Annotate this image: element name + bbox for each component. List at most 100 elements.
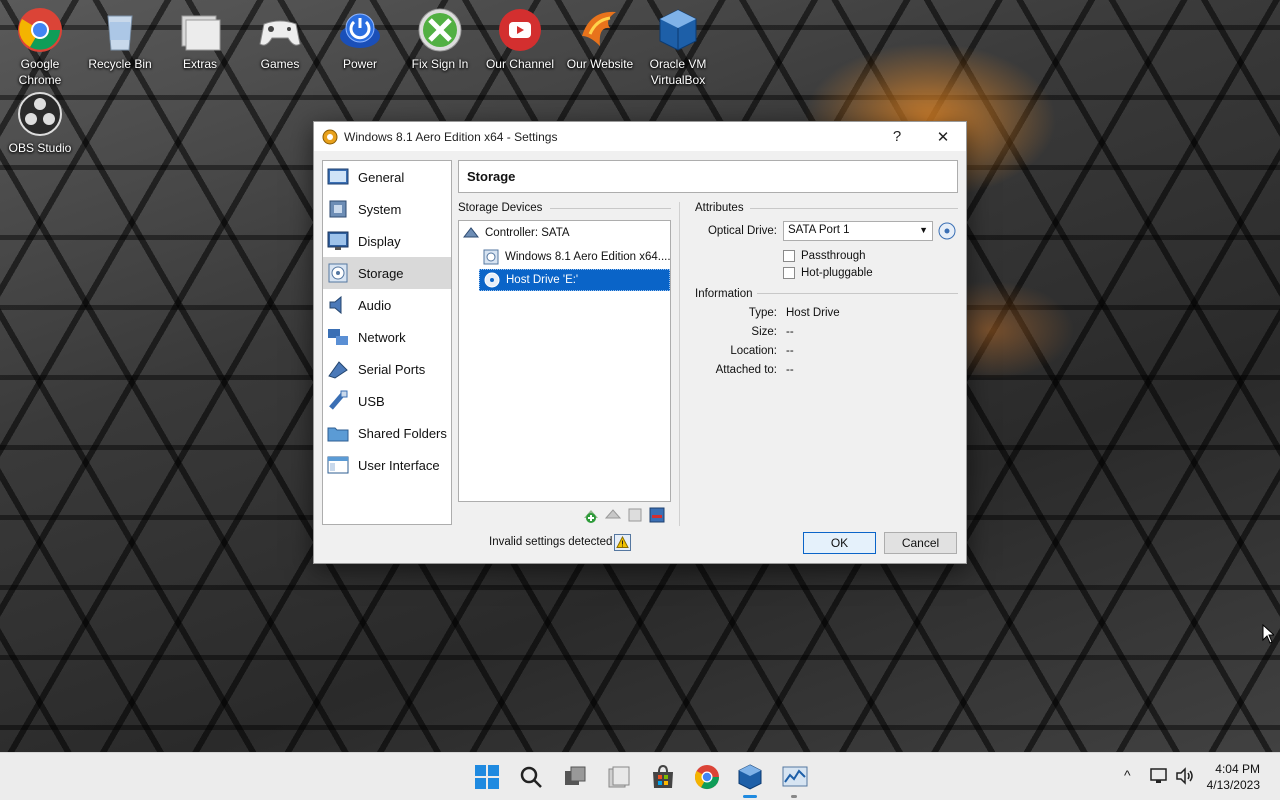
info-type-label: Type: [748,307,777,319]
desktop-icon-fix-sign-in[interactable]: Fix Sign In [400,0,480,72]
optical-drive-value: SATA Port 1 [788,224,850,236]
tree-item-iso[interactable]: Windows 8.1 Aero Edition x64.... [483,246,671,268]
sidebar-item-label: USB [358,393,385,409]
sidebar-item-user-interface[interactable]: User Interface [323,449,451,481]
settings-gear-icon [322,129,338,144]
settings-dialog: Windows 8.1 Aero Edition x64 - Settings … [313,121,967,564]
help-button[interactable]: ? [874,122,920,151]
search-icon[interactable] [517,763,545,791]
sidebar-item-shared-folders[interactable]: Shared Folders [323,417,451,449]
hot-pluggable-label: Hot-pluggable [801,267,873,279]
passthrough-label: Passthrough [801,250,866,262]
obs-icon [18,92,62,136]
information-heading: Information [695,288,753,300]
sidebar-item-label: Display [358,233,401,249]
desktop-icon-label: Fix Sign In [411,57,469,71]
tray-overflow-chevron-icon[interactable]: ^ [1124,767,1131,783]
cancel-button[interactable]: Cancel [884,532,957,554]
desktop-icon-our-channel[interactable]: Our Channel [480,0,560,72]
desktop-icon-chrome[interactable]: Google Chrome [0,0,80,88]
info-attached-label: Attached to: [715,364,777,376]
ok-button[interactable]: OK [803,532,876,554]
sidebar-item-label: User Interface [358,457,440,473]
page-title: Storage [458,160,958,193]
user-interface-icon [327,456,349,474]
sidebar-item-serial-ports[interactable]: Serial Ports [323,353,451,385]
desktop-icon-extras[interactable]: Extras [160,0,240,72]
sidebar-item-label: Network [358,329,406,345]
sidebar-item-label: General [358,169,405,185]
tree-controller-sata[interactable]: Controller: SATA [463,222,570,244]
store-icon[interactable] [649,763,677,791]
desktop-icon-label: Our Channel [485,57,555,71]
optical-disc-icon [484,272,500,288]
gamepad-icon [259,20,301,46]
info-size-label: Size: [751,326,777,338]
checkbox-box [783,250,795,262]
virtualbox-icon[interactable] [736,763,764,791]
remove-controller-icon[interactable] [604,506,622,524]
optical-drive-select[interactable]: SATA Port 1 ▼ [783,221,933,241]
power-icon [340,13,380,48]
volume-tray-icon[interactable] [1175,767,1195,785]
resource-monitor-icon[interactable] [781,763,809,791]
task-view-icon[interactable] [561,763,589,791]
folder-icon [181,15,221,51]
desktop-icon-virtualbox[interactable]: Oracle VM VirtualBox [638,0,718,88]
hot-pluggable-checkbox[interactable]: Hot-pluggable [783,267,873,279]
separator [550,208,671,209]
sidebar-item-system[interactable]: System [323,193,451,225]
system-clock[interactable]: 4:04 PM 4/13/2023 [1207,761,1260,793]
invalid-settings-text: Invalid settings detected [489,536,613,548]
tree-item-host-drive[interactable]: Host Drive 'E:' [479,269,670,291]
separator [757,293,958,294]
desktop-icon-label: Google Chrome [18,57,62,87]
checkbox-box [783,267,795,279]
chevron-down-icon: ▼ [919,225,928,235]
shared-folders-icon [327,427,349,442]
sidebar-item-label: Serial Ports [358,361,426,377]
storage-tree[interactable]: Controller: SATA Windows 8.1 Aero Editio… [458,220,671,502]
audio-icon [329,295,342,315]
network-tray-icon[interactable] [1150,767,1170,785]
sidebar-item-usb[interactable]: USB [323,385,451,417]
sidebar-item-storage[interactable]: Storage [323,257,451,289]
dialog-title: Windows 8.1 Aero Edition x64 - Settings [344,129,558,144]
file-explorer-icon[interactable] [605,763,633,791]
chrome-icon[interactable] [693,763,721,791]
panel-divider [679,202,680,526]
usb-icon [329,390,348,410]
controller-icon [463,227,479,238]
tree-controller-label: Controller: SATA [485,227,570,239]
desktop-icon-label: Oracle VM VirtualBox [649,57,707,87]
info-size-value: -- [786,326,794,338]
sidebar-item-audio[interactable]: Audio [323,289,451,321]
system-icon [329,200,347,218]
desktop-icon-label: Our Website [566,57,634,71]
add-attachment-icon[interactable] [626,506,644,524]
desktop-icon-our-website[interactable]: Our Website [560,0,640,72]
sidebar-item-label: System [358,201,402,217]
desktop-icon-games[interactable]: Games [240,0,320,72]
choose-disk-icon[interactable] [938,222,956,240]
recycle-bin-icon [107,15,133,51]
add-controller-icon[interactable] [582,506,600,524]
desktop-icon-obs[interactable]: OBS Studio [0,84,80,156]
desktop-icon-recycle-bin[interactable]: Recycle Bin [80,0,160,72]
warning-icon[interactable] [614,534,631,551]
info-location-label: Location: [730,345,777,357]
sidebar-item-display[interactable]: Display [323,225,451,257]
attributes-heading: Attributes [695,202,744,214]
remove-attachment-icon[interactable] [648,506,666,524]
display-icon [327,231,349,250]
desktop-icon-power[interactable]: Power [320,0,400,72]
xbox-icon [418,8,462,52]
dialog-titlebar[interactable]: Windows 8.1 Aero Edition x64 - Settings … [314,122,966,151]
sidebar-item-label: Storage [358,265,404,281]
sidebar-item-network[interactable]: Network [323,321,451,353]
passthrough-checkbox[interactable]: Passthrough [783,250,866,262]
close-button[interactable]: ✕ [920,122,966,151]
tree-toolbar [582,506,666,524]
start-icon[interactable] [473,763,501,791]
sidebar-item-general[interactable]: General [323,161,451,193]
